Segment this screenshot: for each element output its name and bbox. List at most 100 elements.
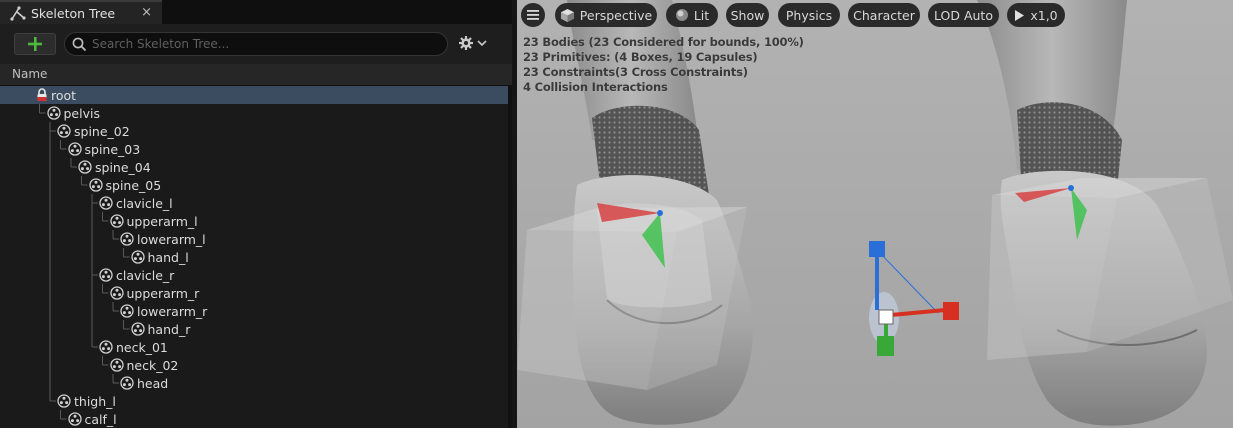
bone-joint-icon (99, 340, 113, 354)
tree-item-label: lowerarm_r (137, 303, 208, 319)
search-input[interactable] (92, 36, 432, 52)
tree-item-label: spine_03 (84, 141, 141, 157)
tree-node: root (36, 86, 76, 104)
close-tab-icon[interactable]: × (141, 5, 152, 20)
tree-node: hand_r (130, 320, 191, 338)
tree-row-calf-l[interactable]: calf_l (0, 410, 508, 428)
bone-joint-icon (99, 268, 113, 282)
settings-dropdown[interactable] (458, 35, 487, 51)
viewport-menu-button[interactable] (521, 3, 545, 27)
tree-row-clavicle-r[interactable]: clavicle_r (0, 266, 508, 284)
tree-node: spine_05 (88, 176, 162, 194)
search-icon (72, 37, 87, 52)
tree-node: spine_04 (78, 158, 151, 176)
tree-node: head (120, 374, 168, 392)
tab-title: Skeleton Tree (31, 5, 116, 21)
cube-icon (560, 8, 574, 22)
tree-row-pelvis[interactable]: pelvis (0, 104, 508, 122)
gear-icon (459, 36, 473, 50)
tree-row-upperarm-r[interactable]: upperarm_r (0, 284, 508, 302)
tree-node: spine_02 (57, 122, 130, 140)
tree-row-upperarm-l[interactable]: upperarm_l (0, 212, 508, 230)
tree-row-spine-03[interactable]: spine_03 (0, 140, 508, 158)
tree-item-label: clavicle_r (116, 267, 175, 283)
column-header-name[interactable]: Name (0, 64, 512, 86)
tree-row-lowerarm-l[interactable]: lowerarm_l (0, 230, 508, 248)
tree-item-label: root (51, 87, 77, 103)
lod-label: LOD Auto (934, 7, 993, 23)
tree-row-neck-02[interactable]: neck_02 (0, 356, 508, 374)
tree-item-label: head (137, 375, 169, 391)
skeleton-toolbar (0, 24, 512, 64)
skeleton-tree-panel: Skeleton Tree × Search Skeleton Tree... … (0, 0, 512, 428)
tree-item-label: spine_04 (95, 159, 151, 175)
show-label: Show (730, 7, 765, 23)
tree-item-label: calf_l (84, 411, 117, 427)
character-label: Character (853, 7, 915, 23)
search-box[interactable] (64, 32, 448, 56)
play-rate-label: x1,0 (1030, 7, 1058, 23)
tree-row-hand-l[interactable]: hand_l (0, 248, 508, 266)
lock-icon (37, 88, 47, 101)
tree-node: clavicle_r (99, 266, 174, 284)
bone-joint-icon (46, 106, 61, 120)
viewport-toolbar: Perspective Lit Show Physics Character L… (517, 3, 1233, 27)
bone-joint-icon (78, 160, 92, 174)
tree-row-spine-04[interactable]: spine_04 (0, 158, 508, 176)
tree-item-label: neck_01 (116, 339, 168, 355)
tree-node: spine_03 (67, 140, 141, 158)
viewport[interactable]: Perspective Lit Show Physics Character L… (517, 0, 1233, 428)
bone-joint-icon (67, 412, 82, 426)
tab-bar: Skeleton Tree × (0, 0, 512, 24)
tree-item-label: spine_05 (105, 177, 162, 193)
stat-collisions: 4 Collision Interactions (523, 80, 668, 94)
tree-item-label: hand_l (147, 249, 189, 265)
perspective-button[interactable]: Perspective (555, 3, 657, 27)
tree-item-label: upperarm_r (126, 285, 200, 301)
chevron-down-icon (477, 40, 487, 47)
plus-icon (28, 37, 42, 51)
bone-joint-icon (109, 286, 124, 300)
bone-icon (10, 6, 26, 21)
tree-item-label: neck_02 (126, 357, 179, 373)
tree-node: upperarm_r (109, 284, 200, 302)
bone-joint-icon (99, 196, 113, 210)
bone-joint-icon (109, 214, 124, 228)
tree-row-clavicle-l[interactable]: clavicle_l (0, 194, 508, 212)
tree-node: pelvis (46, 104, 100, 122)
add-bone-button[interactable] (14, 33, 56, 55)
tree-row-spine-05[interactable]: spine_05 (0, 176, 508, 194)
physics-label: Physics (785, 7, 833, 23)
tree-node: lowerarm_l (120, 230, 206, 248)
tree-node: lowerarm_r (120, 302, 207, 320)
physics-button[interactable]: Physics (778, 3, 840, 27)
bone-joint-icon (130, 322, 145, 336)
lod-button[interactable]: LOD Auto (928, 3, 999, 27)
bone-joint-icon (120, 304, 134, 318)
tree-node: hand_l (130, 248, 189, 266)
character-button[interactable]: Character (848, 3, 920, 27)
tree-node: neck_02 (109, 356, 179, 374)
stat-bodies: 23 Bodies (23 Considered for bounds, 100… (523, 35, 804, 49)
tree-item-label: hand_r (147, 321, 191, 337)
tree-item-label: pelvis (63, 105, 100, 121)
bone-joint-icon (57, 124, 71, 138)
tab-skeleton-tree[interactable]: Skeleton Tree × (0, 0, 162, 24)
tree-row-head[interactable]: head (0, 374, 508, 392)
tree-row-thigh-l[interactable]: thigh_l (0, 392, 508, 410)
play-rate-button[interactable]: x1,0 (1007, 3, 1065, 27)
lit-button[interactable]: Lit (666, 3, 718, 27)
tree-node: clavicle_l (99, 194, 173, 212)
bone-joint-icon (130, 250, 145, 264)
stat-constraints: 23 Constraints(3 Cross Constraints) (523, 65, 748, 79)
bone-joint-icon (57, 394, 71, 408)
show-button[interactable]: Show (726, 3, 769, 27)
panel-splitter[interactable] (508, 86, 512, 428)
tree-row-neck-01[interactable]: neck_01 (0, 338, 508, 356)
tree-node: calf_l (67, 410, 117, 428)
lit-sphere-icon (675, 9, 688, 21)
tree-row-root[interactable]: root (0, 86, 508, 104)
tree-row-lowerarm-r[interactable]: lowerarm_r (0, 302, 508, 320)
tree-row-spine-02[interactable]: spine_02 (0, 122, 508, 140)
tree-row-hand-r[interactable]: hand_r (0, 320, 508, 338)
